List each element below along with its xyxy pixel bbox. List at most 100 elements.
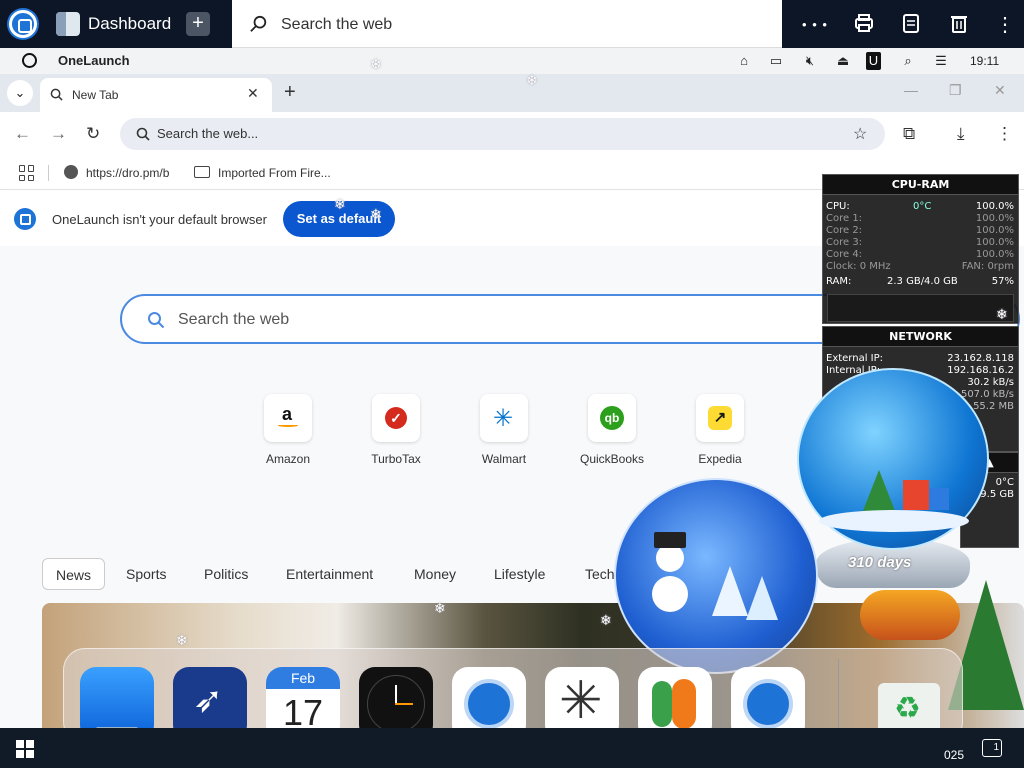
divider [48, 165, 49, 181]
printer-icon[interactable] [851, 12, 877, 38]
eject-icon[interactable]: ⏏ [834, 52, 852, 70]
app-title: OneLaunch [58, 53, 130, 68]
snow-globe-gifts[interactable] [797, 368, 989, 550]
browser-menu-icon[interactable]: ⋮ [996, 124, 1013, 144]
add-tab-button[interactable]: + [186, 12, 210, 36]
total-transfer: 55.2 MB [973, 401, 1014, 412]
dashboard-tab-icon[interactable] [56, 12, 80, 36]
ram-percent: 57% [991, 276, 1014, 287]
bookmark-folder-imported[interactable]: Imported From Fire... [218, 166, 331, 180]
core-value: 100.0% [975, 249, 1014, 260]
back-icon[interactable]: ← [14, 124, 31, 144]
tab-new-tab[interactable]: New Tab ✕ [40, 78, 272, 112]
amazon-icon: a [264, 394, 312, 442]
news-tab-lifestyle[interactable]: Lifestyle [494, 558, 545, 590]
more-options-icon[interactable]: • • • [802, 12, 828, 38]
minimize-icon[interactable]: — [904, 82, 918, 98]
news-tab-entertainment[interactable]: Entertainment [286, 558, 373, 590]
launcher-search-box[interactable]: Search the web [232, 0, 782, 48]
windows-taskbar [0, 728, 1024, 768]
close-tab-icon[interactable]: ✕ [247, 85, 259, 102]
bookmark-dro[interactable]: https://dro.pm/b [86, 166, 169, 180]
ram-graph [827, 294, 1014, 322]
mute-icon[interactable]: 🔇︎ [801, 52, 819, 70]
bookmark-star-icon[interactable]: ☆ [853, 124, 867, 144]
upload-rate: 30.2 kB/s [967, 377, 1014, 388]
windows-start-icon[interactable] [16, 740, 34, 758]
clock-time: 19:11 [970, 54, 1000, 68]
omnibox-input[interactable]: Search the web... [157, 126, 258, 141]
fan-speed: FAN: 0rpm [961, 261, 1014, 272]
shortcut-expedia[interactable]: ↗ Expedia [675, 394, 765, 466]
tab-list-chevron-down-icon[interactable]: ⌄ [7, 80, 33, 106]
download-rate: 507.0 kB/s [960, 389, 1014, 400]
snowman-head [656, 544, 684, 572]
launcher-search-input[interactable]: Search the web [281, 16, 392, 34]
status-circle-icon[interactable] [22, 53, 37, 68]
globe-icon [64, 165, 78, 179]
core-value: 100.0% [975, 225, 1014, 236]
search-icon[interactable]: ⌕ [899, 52, 917, 70]
dashboard-gauge-icon[interactable]: ⌂ [735, 52, 753, 70]
extensions-icon[interactable]: ⧉ [903, 124, 915, 144]
reload-icon[interactable]: ↻ [86, 124, 100, 144]
snow-globe-snowman[interactable] [614, 478, 818, 674]
forward-icon[interactable]: → [50, 124, 67, 144]
shortcut-walmart[interactable]: ✳ Walmart [459, 394, 549, 466]
shortcut-label: QuickBooks [579, 452, 645, 466]
address-bar: ← → ↻ Search the web... ☆ ⧉ ⤓ ⋮ [0, 112, 1024, 156]
snowy-tree-icon [746, 576, 778, 620]
new-tab-button[interactable]: + [284, 81, 296, 104]
turbotax-icon: ✓ [372, 394, 420, 442]
monitor-icon[interactable]: ▭ [767, 52, 785, 70]
browser-tab-strip: ⌄ New Tab ✕ + — ❐ ✕ [0, 74, 1024, 112]
close-window-icon[interactable]: ✕ [994, 82, 1006, 99]
restore-icon[interactable]: ❐ [949, 82, 962, 99]
trash-icon[interactable] [946, 12, 972, 38]
system-bar: OneLaunch ⌂ ▭ 🔇︎ ⏏ U ⌕ ☰ 19:11 [0, 48, 1024, 74]
snowman-icon [652, 576, 688, 612]
snowflake-icon: ❄ [334, 196, 346, 212]
days-counter: 310 days [848, 554, 912, 571]
search-icon [250, 15, 267, 32]
main-search-input[interactable]: Search the web [178, 311, 289, 329]
snowflake-icon: ❄ [370, 206, 382, 222]
widget-title: NETWORK [823, 327, 1018, 347]
u-badge[interactable]: U [866, 52, 881, 70]
gift-box-icon [903, 480, 929, 510]
core-value: 100.0% [975, 237, 1014, 248]
download-icon[interactable]: ⤓ [957, 124, 965, 144]
cpu-percent: 100.0% [975, 201, 1014, 212]
news-tab-money[interactable]: Money [414, 558, 456, 590]
vertical-more-icon[interactable]: ⋮ [992, 12, 1018, 38]
folder-icon [194, 166, 210, 178]
apps-grid-icon[interactable] [19, 165, 35, 181]
news-tab-politics[interactable]: Politics [204, 558, 248, 590]
shortcut-quickbooks[interactable]: qb QuickBooks [567, 394, 657, 466]
news-tab-tech[interactable]: Tech [585, 558, 615, 590]
core-label: Core 2: [826, 225, 863, 236]
dashboard-tab-label[interactable]: Dashboard [88, 14, 171, 34]
onelaunch-logo-icon[interactable] [9, 10, 37, 38]
news-tab-news[interactable]: News [42, 558, 105, 590]
snowflake-icon: ❄ [434, 600, 446, 616]
shortcut-turbotax[interactable]: ✓ TurboTax [351, 394, 441, 466]
clipboard-icon[interactable] [898, 12, 924, 38]
toggle-settings-icon[interactable]: ☰ [932, 52, 950, 70]
shortcut-amazon[interactable]: a Amazon [243, 394, 333, 466]
omnibox[interactable]: Search the web... ☆ [120, 118, 885, 150]
disk-temp: 0°C [995, 477, 1014, 488]
tab-title: New Tab [72, 88, 119, 102]
core-label: Core 3: [826, 237, 863, 248]
cpu-ram-widget: CPU-RAM CPU: 0°C 100.0% Core 1: 100.0% Core… [822, 174, 1019, 324]
notification-icon[interactable]: 1 [982, 739, 1002, 757]
search-icon [136, 127, 150, 141]
disk-value: 9.5 GB [980, 489, 1014, 500]
ram-label: RAM: [826, 276, 852, 287]
core-value: 100.0% [975, 213, 1014, 224]
internal-ip: 192.168.16.2 [947, 365, 1014, 376]
shortcut-label: Expedia [698, 452, 742, 466]
news-tab-sports[interactable]: Sports [126, 558, 166, 590]
quickbooks-icon: qb [588, 394, 636, 442]
snowflake-icon: ❄ [176, 632, 188, 648]
